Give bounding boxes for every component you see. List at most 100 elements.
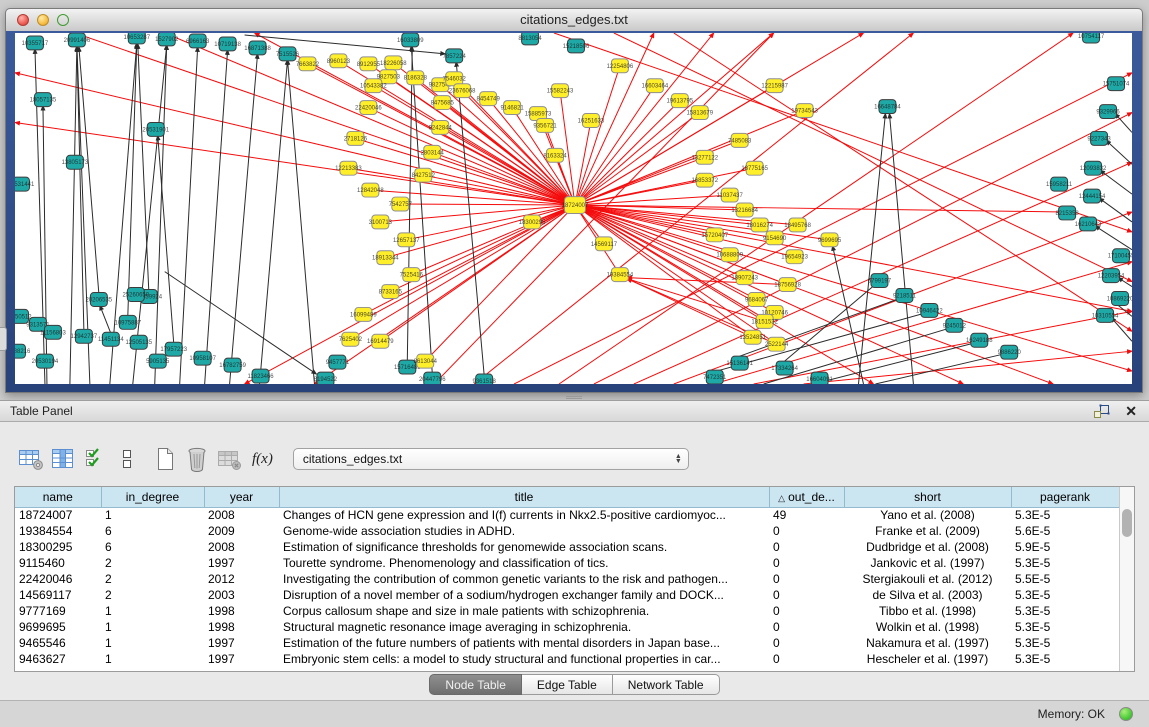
graph-edge-black: [1106, 140, 1132, 164]
column-header-out_de[interactable]: △out_de...: [769, 487, 844, 507]
graph-node-label: 12215987: [761, 84, 788, 90]
column-header-in_degree[interactable]: in_degree: [101, 487, 204, 507]
graph-node-label: 2803144: [421, 150, 445, 156]
row-options-icon: [120, 447, 134, 471]
delete-trash-button[interactable]: [182, 445, 212, 473]
graph-edge-black: [128, 44, 137, 316]
graph-node-label: 12203954: [1098, 274, 1125, 280]
node-table: namein_degreeyeartitle△out_de...shortpag…: [14, 486, 1135, 672]
table-cell: Yano et al. (2008): [844, 507, 1011, 523]
application-background: citations_edges.txt 10355717209914061065…: [0, 0, 1149, 727]
table-row[interactable]: 977716911998Corpus callosum shape and si…: [15, 603, 1119, 619]
graph-edge-black: [155, 45, 167, 384]
graph-node-label: 9361518: [473, 379, 497, 384]
graph-node-label: 7542757: [389, 202, 413, 208]
tab-network-table[interactable]: Network Table: [613, 674, 720, 695]
table-scrollbar-thumb[interactable]: [1122, 509, 1132, 537]
graph-node-label: 14569117: [591, 242, 618, 248]
table-row[interactable]: 911546021997Tourette syndrome. Phenomeno…: [15, 555, 1119, 571]
table-row[interactable]: 1456911722003Disruption of a novel membe…: [15, 587, 1119, 603]
graph-node-label: 19734543: [791, 109, 818, 115]
graph-node-label: 8163324: [543, 153, 567, 159]
table-cell: 9465546: [15, 635, 101, 651]
tab-node-table[interactable]: Node Table: [429, 674, 522, 695]
table-cell: 1: [101, 507, 204, 523]
row-options-button[interactable]: [112, 445, 142, 473]
function-builder-button[interactable]: f(x): [252, 451, 273, 468]
memory-status-indicator[interactable]: [1119, 707, 1133, 721]
zoom-window-button[interactable]: [57, 14, 69, 26]
network-canvas[interactable]: 1035571720991406106532871527902696616310…: [15, 33, 1132, 384]
table-row[interactable]: 946554611997Estimation of the future num…: [15, 635, 1119, 651]
table-options-button[interactable]: [16, 445, 46, 473]
graph-node-label: 7515526: [276, 52, 300, 58]
table-scrollbar[interactable]: [1119, 487, 1134, 671]
graph-node-label: 7472351: [703, 375, 727, 381]
graph-node-label: 16251633: [578, 118, 605, 124]
graph-edge-red: [575, 66, 620, 205]
column-header-year[interactable]: year: [204, 487, 279, 507]
graph-node-label: 7857224: [443, 54, 467, 60]
show-columns-button[interactable]: [48, 445, 78, 473]
graph-node-label: 17100455: [1108, 254, 1132, 260]
table-cell: Jankovic et al. (1997): [844, 555, 1011, 571]
table-row[interactable]: 1872400712008Changes of HCN gene express…: [15, 507, 1119, 523]
select-columns-button[interactable]: [80, 445, 110, 473]
graph-node-label: 10719138: [214, 42, 241, 48]
table-select-dropdown[interactable]: citations_edges.txt ▲▼: [293, 448, 689, 470]
graph-node-label: 8960123: [327, 59, 351, 65]
graph-node-label: 15720407: [701, 233, 728, 239]
splitter-grip[interactable]: [566, 395, 582, 399]
table-cell: 5.3E-5: [1011, 507, 1119, 523]
graph-node-label: 12657137: [393, 238, 420, 244]
column-header-title[interactable]: title: [279, 487, 769, 507]
new-document-button[interactable]: [150, 445, 180, 473]
table-row[interactable]: 1938455462009Genome-wide association stu…: [15, 523, 1119, 539]
graph-edge-red: [75, 33, 575, 205]
minimize-window-button[interactable]: [37, 14, 49, 26]
graph-node-label: 12444154: [1079, 194, 1106, 200]
close-panel-icon[interactable]: ✕: [1125, 404, 1137, 418]
table-cell: Changes of HCN gene expression and I(f) …: [279, 507, 769, 523]
graph-node-label: 18724007: [562, 203, 589, 209]
graph-node-label: 15958211: [1046, 182, 1073, 188]
table-cell: 1998: [204, 603, 279, 619]
graph-node-label: 8186328: [404, 76, 428, 82]
graph-node-label: 16210643: [1075, 222, 1102, 228]
table-cell: 0: [769, 555, 844, 571]
graph-node-label: 10310554: [1092, 313, 1119, 319]
graph-node-label: 11451134: [98, 337, 124, 343]
column-header-pagerank[interactable]: pagerank: [1011, 487, 1119, 507]
table-cell: Tourette syndrome. Phenomenology and cla…: [279, 555, 769, 571]
table-cell: 1: [101, 651, 204, 667]
graph-node-label: 18226058: [380, 61, 407, 67]
graph-node-label: 13216684: [731, 208, 758, 214]
table-cell: 6: [101, 523, 204, 539]
graph-node-label: 9886220: [998, 350, 1022, 356]
table-cell: 5.3E-5: [1011, 603, 1119, 619]
column-header-name[interactable]: name: [15, 487, 101, 507]
close-window-button[interactable]: [17, 14, 29, 26]
graph-node-label: 16033809: [397, 38, 424, 44]
trash-icon: [185, 446, 209, 472]
network-window-titlebar[interactable]: citations_edges.txt: [6, 9, 1142, 32]
graph-node-label: 16648784: [874, 105, 901, 111]
float-panel-icon[interactable]: [1093, 404, 1110, 419]
hidden-panel-handle[interactable]: [0, 327, 7, 351]
graph-node-label: 8813054: [518, 36, 542, 42]
table-row[interactable]: 969969511998Structural magnetic resonanc…: [15, 619, 1119, 635]
table-cell: 5.3E-5: [1011, 555, 1119, 571]
table-row[interactable]: 1830029562008Estimation of significance …: [15, 539, 1119, 555]
table-row[interactable]: 2242004622012Investigating the contribut…: [15, 571, 1119, 587]
graph-node-label: 1527902: [155, 37, 179, 43]
graph-node-label: 16914479: [367, 339, 394, 345]
table-row[interactable]: 946362711997Embryonic stem cells: a mode…: [15, 651, 1119, 667]
graph-node-label: 22420046: [355, 106, 382, 112]
network-window: citations_edges.txt 10355717209914061065…: [5, 8, 1143, 393]
tab-edge-table[interactable]: Edge Table: [522, 674, 613, 695]
graph-node-label: 8475685: [431, 101, 455, 107]
table-cell: 2009: [204, 523, 279, 539]
status-bar: Memory: OK: [0, 700, 1149, 727]
graph-node-label: 3100713: [369, 220, 393, 226]
column-header-short[interactable]: short: [844, 487, 1011, 507]
